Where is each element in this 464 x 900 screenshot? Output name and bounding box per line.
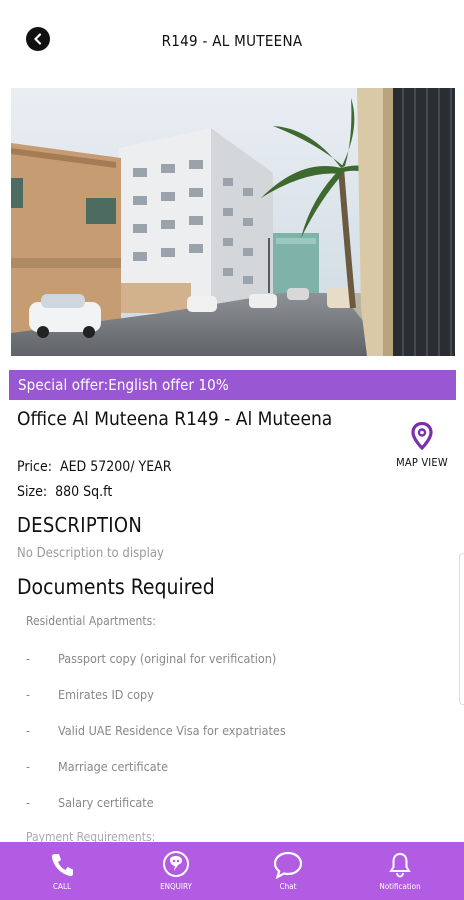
price-value: AED 57200/ YEAR	[59, 459, 172, 475]
description-text: No Description to display	[17, 546, 164, 561]
bell-icon	[389, 852, 411, 878]
special-offer-banner: Special offer:English offer 10%	[9, 370, 456, 400]
nav-chat-button[interactable]: Chat	[252, 842, 324, 900]
list-item: - Passport copy (original for verificatio…	[26, 651, 276, 666]
list-item-text: Emirates ID copy	[58, 687, 154, 702]
size-value: 880 Sq.ft	[55, 484, 113, 500]
documents-heading: Documents Required	[17, 575, 215, 599]
map-pin-icon	[411, 421, 433, 451]
chat-bubble-icon	[273, 851, 303, 879]
scroll-indicator[interactable]	[459, 553, 464, 705]
documents-subheading: Residential Apartments:	[26, 614, 156, 628]
list-item: - Salary certificate	[26, 795, 154, 810]
street-building-image	[11, 88, 455, 356]
property-title: Office Al Muteena R149 - Al Muteena	[17, 408, 333, 430]
bullet-dash: -	[26, 795, 31, 810]
description-heading: DESCRIPTION	[17, 513, 143, 537]
bullet-dash: -	[26, 723, 31, 738]
bullet-dash: -	[26, 759, 31, 774]
size-label: Size:	[17, 484, 48, 500]
nav-call-label: CALL	[53, 882, 71, 891]
size-row: Size: 880 Sq.ft	[17, 484, 112, 500]
list-item-text: Salary certificate	[58, 795, 154, 810]
list-item: - Valid UAE Residence Visa for expatriate…	[26, 723, 286, 738]
bottom-navigation: CALL ENQUIRY Chat Notification	[0, 842, 464, 900]
list-item: - Marriage certificate	[26, 759, 168, 774]
app-header: R149 - AL MUTEENA	[0, 0, 464, 84]
property-photo[interactable]	[11, 88, 455, 356]
nav-notification-button[interactable]: Notification	[364, 842, 436, 900]
bullet-dash: -	[26, 687, 31, 702]
list-item-text: Passport copy (original for verification…	[58, 651, 277, 666]
phone-icon	[51, 854, 73, 877]
nav-call-button[interactable]: CALL	[26, 842, 98, 900]
map-view-button[interactable]: MAP VIEW	[392, 421, 452, 469]
nav-enquiry-button[interactable]: ENQUIRY	[140, 842, 212, 900]
nav-chat-label: Chat	[279, 882, 297, 891]
enquiry-icon	[163, 851, 189, 877]
price-label: Price:	[17, 459, 52, 475]
map-view-label: MAP VIEW	[396, 456, 448, 469]
nav-notification-label: Notification	[379, 882, 421, 891]
price-row: Price: AED 57200/ YEAR	[17, 459, 172, 475]
list-item-text: Marriage certificate	[58, 759, 169, 774]
list-item-text: Valid UAE Residence Visa for expatriates	[58, 723, 286, 738]
bullet-dash: -	[26, 651, 31, 666]
nav-enquiry-label: ENQUIRY	[160, 882, 192, 891]
page-title: R149 - AL MUTEENA	[161, 32, 303, 50]
list-item: - Emirates ID copy	[26, 687, 154, 702]
